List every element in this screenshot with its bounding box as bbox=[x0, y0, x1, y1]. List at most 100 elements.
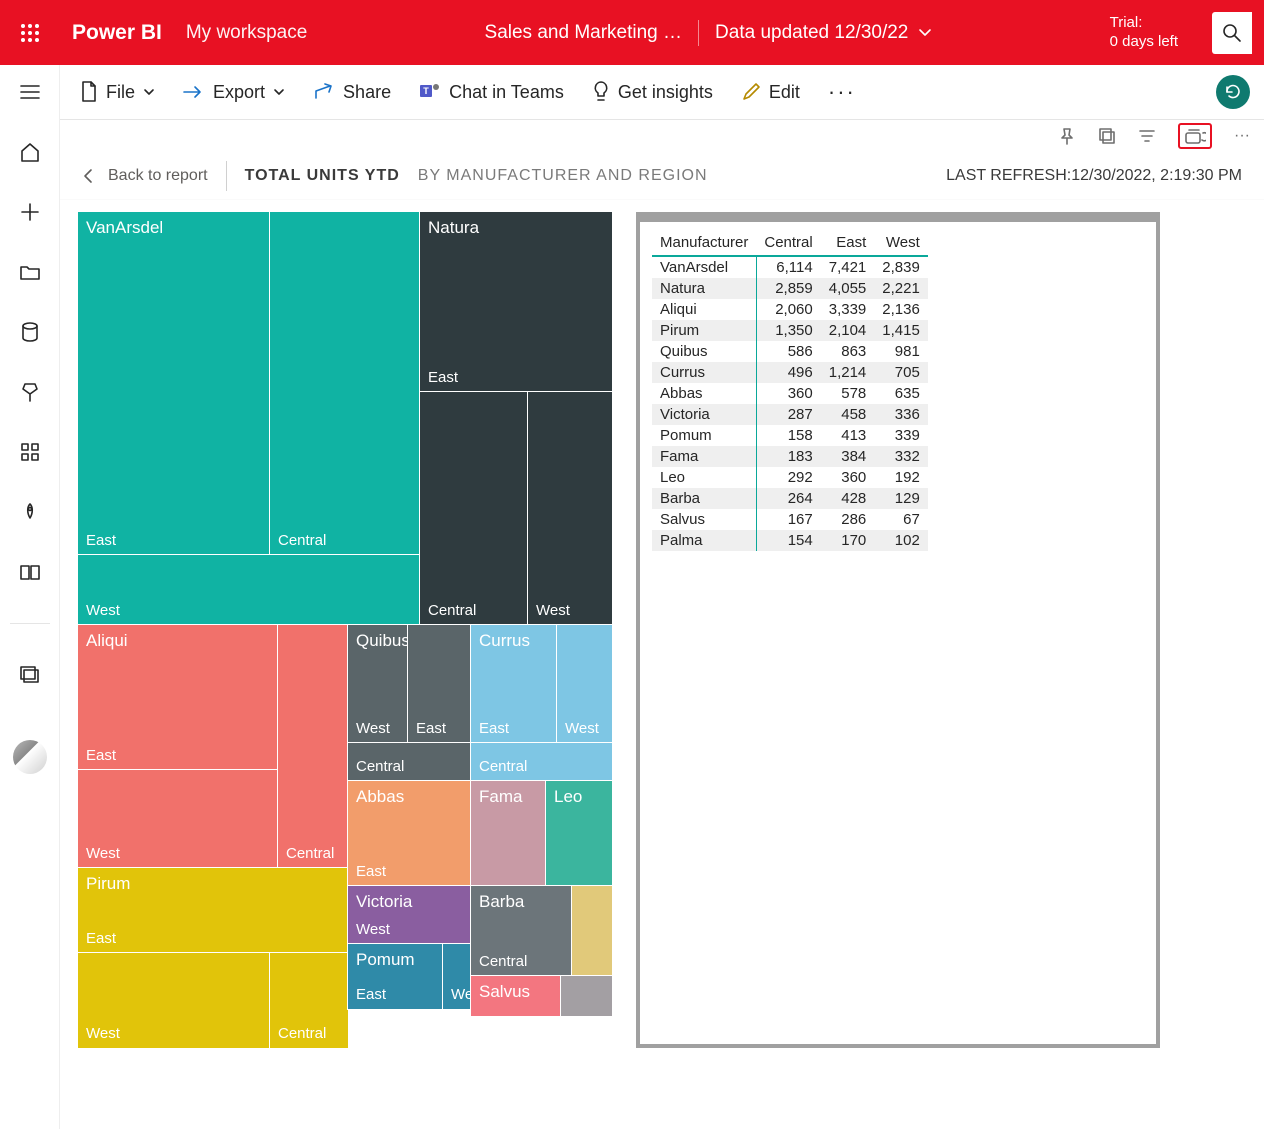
metrics-button[interactable] bbox=[15, 377, 45, 407]
table-cell: 154 bbox=[756, 530, 820, 551]
data-table-scroll[interactable]: ManufacturerCentralEastWest VanArsdel6,1… bbox=[640, 222, 1156, 1044]
report-name[interactable]: Sales and Marketing … bbox=[485, 22, 683, 44]
table-cell: 4,055 bbox=[821, 278, 875, 299]
treemap-cell[interactable]: Leo bbox=[546, 781, 612, 886]
table-cell: 170 bbox=[821, 530, 875, 551]
table-header-cell[interactable]: East bbox=[821, 230, 875, 256]
product-logo[interactable]: Power BI bbox=[72, 21, 162, 45]
table-header-cell[interactable]: Manufacturer bbox=[652, 230, 756, 256]
treemap-cell[interactable]: Central bbox=[270, 212, 420, 555]
trial-status[interactable]: Trial: 0 days left bbox=[1110, 14, 1178, 52]
table-cell: 292 bbox=[756, 467, 820, 488]
table-header-cell[interactable]: West bbox=[874, 230, 928, 256]
switch-layout-button[interactable] bbox=[1178, 123, 1212, 149]
divider bbox=[226, 161, 227, 191]
chat-teams-button[interactable]: T Chat in Teams bbox=[419, 82, 564, 103]
treemap-cell-region: West bbox=[451, 986, 471, 1003]
treemap-cell[interactable]: PirumEast bbox=[78, 868, 348, 953]
workspace-name[interactable]: My workspace bbox=[186, 22, 307, 44]
table-row[interactable]: Currus4961,214705 bbox=[652, 362, 928, 383]
create-button[interactable] bbox=[15, 197, 45, 227]
treemap-cell[interactable]: Central bbox=[270, 953, 348, 1048]
edit-button[interactable]: Edit bbox=[741, 82, 800, 103]
filter-icon[interactable] bbox=[1138, 128, 1156, 144]
treemap-cell[interactable]: West bbox=[78, 770, 278, 868]
treemap-cell[interactable] bbox=[572, 886, 612, 976]
refresh-value: 12/30/2022, 2:19:30 PM bbox=[1071, 167, 1242, 184]
treemap-cell[interactable]: BarbaCentral bbox=[471, 886, 572, 976]
table-row[interactable]: Pirum1,3502,1041,415 bbox=[652, 320, 928, 341]
treemap-cell[interactable] bbox=[561, 976, 612, 1016]
workspace-avatar[interactable] bbox=[13, 740, 47, 774]
menu-toggle-button[interactable] bbox=[15, 77, 45, 107]
table-cell: Quibus bbox=[652, 341, 756, 362]
treemap-cell[interactable]: West bbox=[528, 392, 612, 625]
copy-icon[interactable] bbox=[1098, 127, 1116, 145]
treemap-cell[interactable]: AbbasEast bbox=[348, 781, 471, 886]
treemap-cell[interactable]: NaturaEast bbox=[420, 212, 612, 392]
treemap-cell-region: East bbox=[86, 930, 116, 947]
treemap-cell[interactable]: Fama bbox=[471, 781, 546, 886]
treemap-visual[interactable]: VanArsdelEastCentralWestNaturaEastCentra… bbox=[78, 212, 612, 1048]
table-row[interactable]: Abbas360578635 bbox=[652, 383, 928, 404]
table-cell: 635 bbox=[874, 383, 928, 404]
treemap-cell[interactable]: West bbox=[443, 944, 471, 1009]
get-insights-button[interactable]: Get insights bbox=[592, 81, 713, 103]
treemap-cell[interactable]: West bbox=[78, 555, 420, 625]
treemap-cell[interactable]: AliquiEast bbox=[78, 625, 278, 770]
treemap-cell[interactable]: CurrusEast bbox=[471, 625, 557, 743]
export-icon bbox=[183, 83, 205, 101]
share-button[interactable]: Share bbox=[313, 82, 391, 103]
treemap-cell[interactable]: West bbox=[78, 953, 270, 1048]
more-options-button[interactable]: ··· bbox=[828, 79, 856, 105]
treemap-cell[interactable]: QuibusWest bbox=[348, 625, 408, 743]
table-row[interactable]: Pomum158413339 bbox=[652, 425, 928, 446]
data-hub-button[interactable] bbox=[15, 317, 45, 347]
table-row[interactable]: VanArsdel6,1147,4212,839 bbox=[652, 256, 928, 278]
table-row[interactable]: Palma154170102 bbox=[652, 530, 928, 551]
table-row[interactable]: Fama183384332 bbox=[652, 446, 928, 467]
browse-button[interactable] bbox=[15, 257, 45, 287]
treemap-cell[interactable]: VictoriaWest bbox=[348, 886, 471, 944]
table-cell: Victoria bbox=[652, 404, 756, 425]
table-row[interactable]: Salvus16728667 bbox=[652, 509, 928, 530]
reset-button[interactable] bbox=[1216, 75, 1250, 109]
treemap-cell[interactable]: Central bbox=[471, 743, 612, 781]
treemap-cell[interactable]: Central bbox=[348, 743, 471, 781]
table-row[interactable]: Barba264428129 bbox=[652, 488, 928, 509]
treemap-cell-region: West bbox=[536, 602, 570, 619]
treemap-cell-title: Natura bbox=[428, 218, 479, 238]
table-row[interactable]: Victoria287458336 bbox=[652, 404, 928, 425]
file-menu[interactable]: File bbox=[80, 81, 155, 103]
pin-icon[interactable] bbox=[1058, 127, 1076, 145]
treemap-cell[interactable]: PomumEast bbox=[348, 944, 443, 1009]
search-icon bbox=[1222, 23, 1242, 43]
table-header-cell[interactable]: Central bbox=[756, 230, 820, 256]
app-launcher-icon[interactable] bbox=[12, 15, 48, 51]
teams-icon: T bbox=[419, 82, 441, 102]
table-row[interactable]: Aliqui2,0603,3392,136 bbox=[652, 299, 928, 320]
table-row[interactable]: Quibus586863981 bbox=[652, 341, 928, 362]
treemap-cell[interactable]: West bbox=[557, 625, 612, 743]
treemap-cell[interactable]: Central bbox=[278, 625, 348, 868]
home-button[interactable] bbox=[15, 137, 45, 167]
table-cell: 586 bbox=[756, 341, 820, 362]
workspaces-button[interactable] bbox=[15, 660, 45, 690]
export-menu[interactable]: Export bbox=[183, 82, 285, 103]
table-row[interactable]: Leo292360192 bbox=[652, 467, 928, 488]
learn-button[interactable] bbox=[15, 557, 45, 587]
treemap-cell[interactable]: Salvus bbox=[471, 976, 561, 1016]
treemap-cell-title: Pomum bbox=[356, 950, 415, 970]
back-to-report-button[interactable]: Back to report bbox=[82, 167, 208, 185]
table-row[interactable]: Natura2,8594,0552,221 bbox=[652, 278, 928, 299]
apps-button[interactable] bbox=[15, 437, 45, 467]
deployment-button[interactable] bbox=[15, 497, 45, 527]
more-icon[interactable]: ··· bbox=[1234, 127, 1250, 145]
table-cell: 428 bbox=[821, 488, 875, 509]
treemap-cell[interactable]: Central bbox=[420, 392, 528, 625]
treemap-cell[interactable]: East bbox=[408, 625, 471, 743]
treemap-cell[interactable]: VanArsdelEast bbox=[78, 212, 270, 555]
search-button[interactable] bbox=[1212, 12, 1252, 54]
data-updated-dropdown[interactable]: Data updated 12/30/22 bbox=[715, 22, 932, 44]
treemap-cell-title: Aliqui bbox=[86, 631, 128, 651]
